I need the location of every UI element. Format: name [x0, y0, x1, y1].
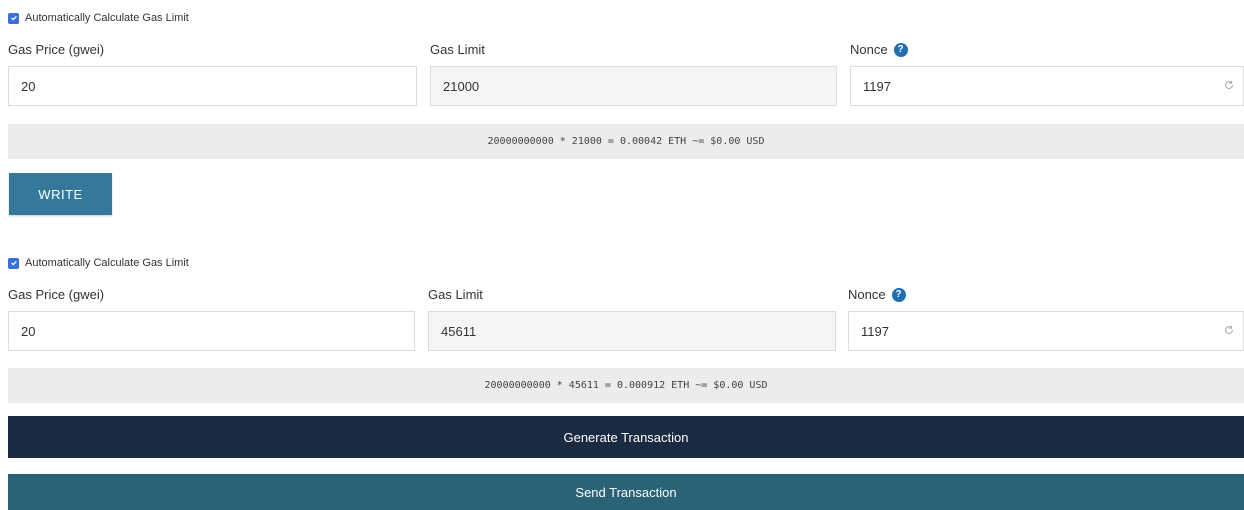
nonce-input-2[interactable]: 1197 [848, 311, 1244, 351]
gas-cost-calculation-2: 20000000000 * 45611 = 0.000912 ETH ~= $0… [8, 368, 1244, 403]
auto-gas-checkbox-row[interactable]: Automatically Calculate Gas Limit [8, 12, 189, 24]
auto-gas-checkbox[interactable] [8, 12, 19, 24]
gas-price-input-2[interactable]: 20 [8, 311, 415, 351]
gas-price-input[interactable]: 20 [8, 66, 417, 106]
nonce-label-row-2: Nonce ? [848, 287, 906, 302]
refresh-icon[interactable] [1223, 324, 1237, 338]
auto-gas-label: Automatically Calculate Gas Limit [25, 12, 189, 24]
checkmark-icon [10, 260, 17, 266]
nonce-value: 1197 [863, 78, 891, 94]
gas-price-label: Gas Price (gwei) [8, 42, 105, 57]
nonce-label: Nonce [850, 42, 888, 57]
gas-limit-input[interactable]: 21000 [430, 66, 837, 106]
send-transaction-button[interactable]: Send Transaction [8, 474, 1244, 510]
nonce-label-2: Nonce [848, 287, 886, 302]
nonce-value-2: 1197 [861, 323, 889, 339]
gas-limit-label: Gas Limit [430, 42, 485, 57]
gas-price-label-2: Gas Price (gwei) [8, 287, 105, 302]
gas-limit-label-2: Gas Limit [428, 287, 483, 302]
generate-transaction-button[interactable]: Generate Transaction [8, 416, 1244, 458]
nonce-label-row: Nonce ? [850, 42, 908, 57]
question-circle-icon[interactable]: ? [891, 287, 906, 302]
nonce-input[interactable]: 1197 [850, 66, 1244, 106]
auto-gas-checkbox-2[interactable] [8, 257, 19, 269]
auto-gas-label-2: Automatically Calculate Gas Limit [25, 257, 189, 269]
write-button[interactable]: WRITE [9, 173, 112, 215]
gas-cost-calculation: 20000000000 * 21000 = 0.00042 ETH ~= $0.… [8, 124, 1244, 159]
gas-limit-input-2[interactable]: 45611 [428, 311, 836, 351]
auto-gas-checkbox-row-2[interactable]: Automatically Calculate Gas Limit [8, 257, 189, 269]
question-circle-icon[interactable]: ? [893, 42, 908, 57]
checkmark-icon [10, 15, 17, 21]
refresh-icon[interactable] [1223, 79, 1237, 93]
